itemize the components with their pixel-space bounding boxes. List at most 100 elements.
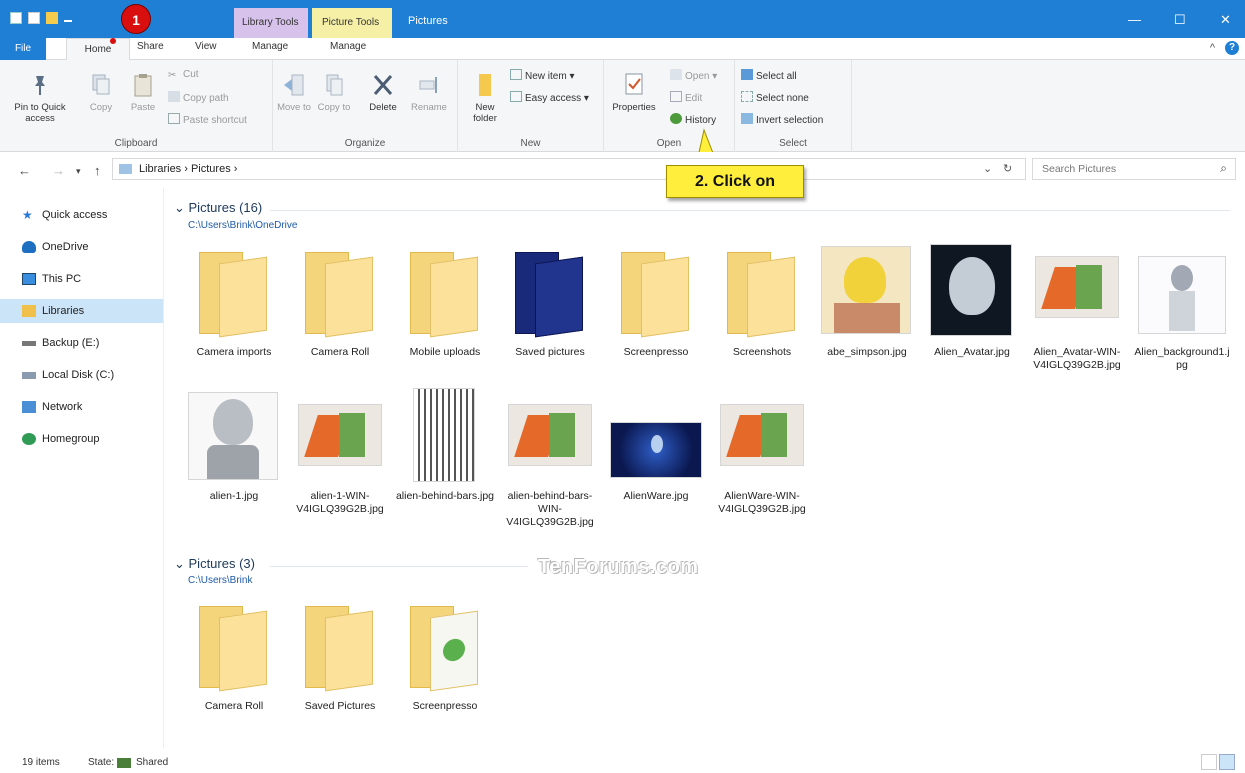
new-folder-qat-icon[interactable] — [46, 12, 58, 24]
file-item[interactable]: Screenpresso — [606, 244, 706, 359]
nav-item-local-disk[interactable]: Local Disk (C:) — [22, 363, 114, 387]
close-button[interactable]: ✕ — [1220, 12, 1231, 28]
tab-manage-picture[interactable]: Manage — [330, 41, 366, 52]
tab-manage-library[interactable]: Manage — [252, 41, 288, 52]
organize-group-label: Organize — [344, 138, 386, 149]
state-value: Shared — [136, 757, 169, 768]
nav-item-this-pc[interactable]: This PC — [22, 267, 81, 291]
delete-button[interactable]: Delete — [365, 72, 401, 113]
copy-to-button[interactable]: Copy to — [317, 72, 351, 113]
folder-icon — [621, 252, 689, 338]
nav-item-homegroup[interactable]: Homegroup — [22, 427, 99, 451]
refresh-icon[interactable]: ↻ — [1003, 162, 1012, 175]
file-item[interactable]: AlienWare.jpg — [606, 388, 706, 503]
copy-path-icon — [168, 91, 180, 102]
file-item[interactable]: Saved Pictures — [290, 598, 390, 713]
file-item[interactable]: Camera Roll — [290, 244, 390, 359]
file-name: alien-1.jpg — [209, 490, 259, 502]
forward-arrow-icon[interactable]: → — [52, 163, 65, 178]
cut-button[interactable]: ✂ Cut — [168, 69, 199, 81]
tab-home[interactable]: Home — [66, 38, 130, 61]
move-to-icon — [284, 74, 304, 96]
nav-label: Local Disk (C:) — [42, 369, 115, 381]
nav-label: Libraries — [42, 305, 85, 317]
file-name: alien-1-WIN-V4IGLQ39G2B.jpg — [296, 490, 384, 515]
invert-selection-button[interactable]: Invert selection — [741, 113, 823, 126]
copy-label: Copy — [89, 102, 113, 113]
search-icon[interactable]: ⌕ — [1220, 161, 1227, 176]
file-item[interactable]: Alien_Avatar-WIN-V4IGLQ39G2B.jpg — [1027, 244, 1127, 372]
invert-selection-label: Invert selection — [756, 115, 824, 126]
file-item[interactable]: Screenpresso — [395, 598, 495, 713]
file-item[interactable]: alien-1-WIN-V4IGLQ39G2B.jpg — [290, 388, 390, 516]
new-folder-button[interactable]: New folder — [466, 72, 504, 124]
tab-view[interactable]: View — [195, 41, 217, 52]
move-to-button[interactable]: Move to — [277, 72, 311, 113]
check-qat-icon[interactable] — [28, 12, 40, 24]
recent-locations-icon[interactable]: ▾ — [76, 166, 81, 177]
address-dropdown-icon[interactable]: ⌄ — [983, 162, 992, 175]
file-item[interactable]: Mobile uploads — [395, 244, 495, 359]
file-item[interactable]: Camera Roll — [184, 598, 284, 713]
group-header-onedrive[interactable]: ⌄ Pictures (16) — [174, 200, 262, 216]
group-path-link[interactable]: C:\Users\Brink\OneDrive — [188, 220, 297, 231]
file-name: Screenpresso — [623, 346, 689, 358]
file-item[interactable]: abe_simpson.jpg — [817, 244, 917, 359]
new-item-icon — [510, 69, 522, 80]
minimize-button[interactable]: — — [1128, 12, 1141, 27]
nav-item-backup[interactable]: Backup (E:) — [22, 331, 99, 355]
properties-qat-icon[interactable] — [10, 12, 22, 24]
file-item[interactable]: alien-behind-bars.jpg — [395, 388, 495, 503]
up-arrow-icon[interactable]: ↑ — [94, 163, 101, 178]
file-name: Camera Roll — [204, 700, 264, 712]
file-item[interactable]: Screenshots — [712, 244, 812, 359]
edit-label: Edit — [685, 93, 703, 104]
group-path-link[interactable]: C:\Users\Brink — [188, 575, 252, 586]
back-arrow-icon[interactable]: ← — [18, 163, 31, 178]
address-field[interactable]: Libraries › Pictures › ⌄ ↻ — [112, 158, 1026, 180]
properties-button[interactable]: Properties — [608, 72, 660, 113]
tab-share[interactable]: Share — [137, 41, 164, 52]
file-item[interactable]: AlienWare-WIN-V4IGLQ39G2B.jpg — [712, 388, 812, 516]
search-box[interactable]: Search Pictures ⌕ — [1032, 158, 1236, 180]
large-icons-view-icon[interactable] — [1219, 754, 1235, 770]
properties-label: Properties — [612, 102, 656, 113]
file-item[interactable]: alien-1.jpg — [184, 388, 284, 503]
customize-qat-icon[interactable] — [64, 20, 72, 22]
details-view-icon[interactable] — [1201, 754, 1217, 770]
group-header-local[interactable]: ⌄ Pictures (3) — [174, 556, 255, 572]
file-item[interactable]: Alien_background1.jpg — [1132, 244, 1232, 372]
paste-button[interactable]: Paste — [126, 72, 160, 113]
breadcrumb[interactable]: Libraries › Pictures › — [139, 163, 237, 175]
select-all-button[interactable]: Select all — [741, 69, 797, 82]
easy-access-button[interactable]: Easy access ▾ — [510, 91, 589, 104]
paste-label: Paste — [130, 102, 156, 113]
select-none-button[interactable]: Select none — [741, 91, 809, 104]
edit-button[interactable]: Edit — [670, 91, 702, 104]
rename-button[interactable]: Rename — [409, 72, 449, 113]
paste-shortcut-button[interactable]: Paste shortcut — [168, 113, 247, 126]
open-button[interactable]: Open ▾ — [670, 69, 717, 82]
invert-selection-icon — [741, 113, 753, 124]
group-title: Pictures (3) — [188, 556, 255, 571]
copy-path-button[interactable]: Copy path — [168, 91, 229, 104]
copy-to-label: Copy to — [317, 102, 351, 113]
history-button[interactable]: History — [670, 113, 716, 126]
image-thumbnail — [720, 404, 804, 466]
minimize-ribbon-button[interactable]: ^ — [1210, 42, 1215, 54]
file-item[interactable]: alien-behind-bars-WIN-V4IGLQ39G2B.jpg — [500, 388, 600, 529]
file-item[interactable]: Alien_Avatar.jpg — [922, 244, 1022, 359]
help-icon[interactable]: ? — [1225, 41, 1239, 55]
copy-button[interactable]: Copy — [86, 72, 116, 113]
pin-to-quick-access-button[interactable]: Pin to Quick access — [12, 72, 68, 124]
nav-item-quick-access[interactable]: ★ Quick access — [22, 203, 107, 227]
nav-item-network[interactable]: Network — [22, 395, 82, 419]
new-item-button[interactable]: New item ▾ — [510, 69, 575, 82]
new-item-label: New item — [525, 71, 567, 82]
tab-file[interactable]: File — [0, 38, 46, 60]
nav-item-onedrive[interactable]: OneDrive — [22, 235, 88, 259]
file-item[interactable]: Camera imports — [184, 244, 284, 359]
maximize-button[interactable]: ☐ — [1174, 12, 1186, 28]
file-item[interactable]: Saved pictures — [500, 244, 600, 359]
nav-item-libraries[interactable]: Libraries — [0, 299, 163, 323]
